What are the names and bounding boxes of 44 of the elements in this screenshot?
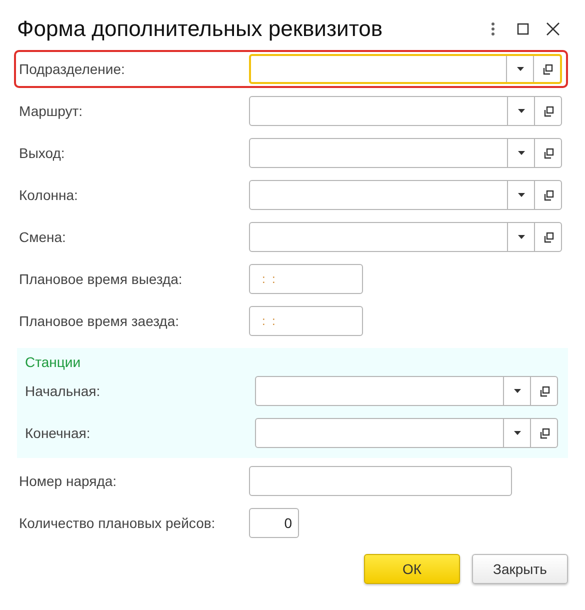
ok-button[interactable]: ОК [364,554,460,584]
close-form-button[interactable]: Закрыть [472,554,568,584]
open-window-icon [542,64,552,74]
group-title: Станции [24,354,82,370]
field-label: Плановое время выезда: [19,271,184,287]
open-window-icon [542,190,554,200]
window-title: Форма дополнительных реквизитов [16,16,384,42]
field-label: Количество плановых рейсов: [19,515,216,531]
select-field[interactable] [249,222,562,252]
number-value: 0 [283,515,293,531]
field-label: Выход: [19,145,66,161]
caret-icon [516,67,524,71]
field-label: Плановое время заезда: [19,313,180,329]
open-window-icon [538,428,550,438]
caret-icon [514,431,520,435]
select-field[interactable] [249,96,562,126]
caret-icon [518,109,524,113]
open-window-icon [542,148,554,158]
select-field[interactable] [249,54,562,84]
time-mask: : : [261,314,276,328]
field-label: Подразделение: [19,61,126,77]
caret-icon [518,235,524,239]
select-field[interactable] [249,138,562,168]
close-icon [546,22,560,36]
time-mask: : : [261,272,276,286]
input-field[interactable] [249,466,512,496]
more-icon [491,22,495,36]
caret-icon [518,151,524,155]
select-field[interactable] [255,376,558,406]
field-label: Колонна: [19,187,79,203]
field-label: Конечная: [25,425,92,441]
open-window-icon [538,386,550,396]
caret-icon [518,193,524,197]
input-field[interactable]: 0 [249,508,299,538]
caret-icon [514,389,520,393]
field-label: Смена: [19,229,67,245]
open-window-icon [542,106,554,116]
select-field[interactable] [249,180,562,210]
maximize-icon [517,23,529,35]
field-label: Номер наряда: [19,473,118,489]
open-window-icon [542,232,554,242]
select-field[interactable] [255,418,558,448]
field-label: Маршрут: [19,103,84,119]
field-label: Начальная: [25,383,102,399]
